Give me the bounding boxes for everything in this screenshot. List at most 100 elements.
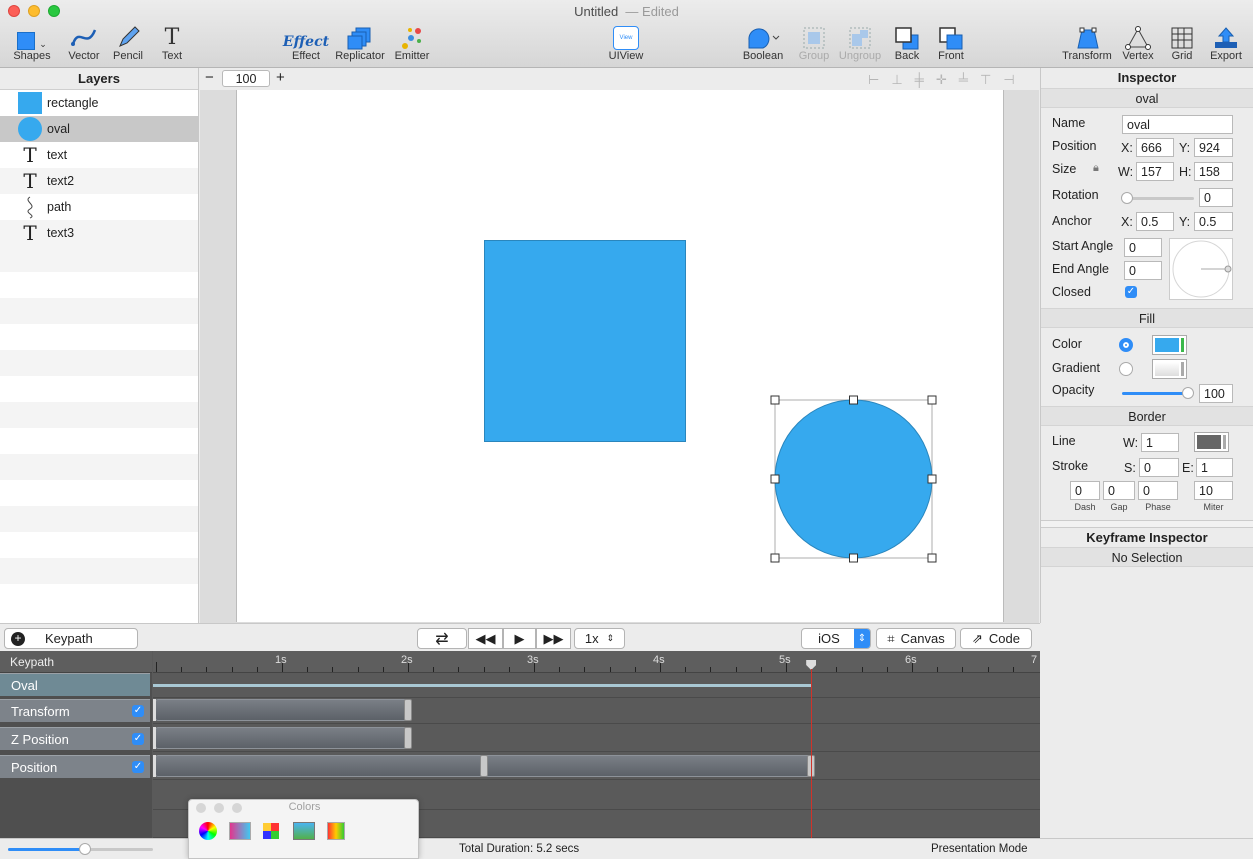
align-left-icon[interactable]: ⊢ xyxy=(868,72,879,88)
closed-checkbox[interactable]: ✓ xyxy=(1125,286,1137,298)
keypath-row-oval[interactable]: Oval xyxy=(0,673,150,696)
border-color-well[interactable] xyxy=(1194,432,1229,452)
fast-forward-button[interactable]: ▶▶ xyxy=(536,628,571,649)
time-ruler[interactable]: 1s 2s 3s 4s 5s 6s 7 xyxy=(153,651,1040,673)
anchor-y-field[interactable]: 0.5 xyxy=(1194,212,1233,231)
position-y-field[interactable]: 924 xyxy=(1194,138,1233,157)
keypath-row-position[interactable]: Position ✓ xyxy=(0,755,150,778)
emitter-button[interactable]: Emitter xyxy=(382,24,442,62)
platform-select[interactable]: iOS ⇕ xyxy=(801,628,871,649)
replicator-button[interactable]: Replicator xyxy=(330,24,390,62)
anchor-x-field[interactable]: 0.5 xyxy=(1136,212,1174,231)
crayons-icon[interactable] xyxy=(327,822,345,840)
rectangle-layer[interactable] xyxy=(484,240,686,442)
add-keypath-button[interactable]: + Keypath xyxy=(4,628,138,649)
rotation-slider-knob[interactable] xyxy=(1121,192,1133,204)
dash-field[interactable]: 0 xyxy=(1070,481,1100,500)
keyframe-handle[interactable] xyxy=(153,699,156,721)
layer-row-oval[interactable]: oval xyxy=(0,116,198,142)
rotation-slider[interactable] xyxy=(1126,197,1194,200)
total-duration: Total Duration: 5.2 secs xyxy=(459,843,580,855)
position-x-field[interactable]: 666 xyxy=(1136,138,1174,157)
uiview-button[interactable]: View UIView xyxy=(596,24,656,62)
opacity-slider[interactable] xyxy=(1122,392,1188,395)
keyframe-handle[interactable] xyxy=(404,727,412,749)
gradient-radio[interactable] xyxy=(1119,362,1133,376)
opacity-field[interactable]: 100 xyxy=(1199,384,1233,403)
layer-row-text2[interactable]: Ttext2 xyxy=(0,168,198,194)
fill-color-well[interactable] xyxy=(1152,335,1187,355)
position-segment-1[interactable] xyxy=(155,755,483,777)
speed-select[interactable]: 1x ⇕ xyxy=(574,628,625,649)
keyframe-handle[interactable] xyxy=(479,755,488,777)
timeline-zoom-knob[interactable] xyxy=(79,843,91,855)
transform-segment[interactable] xyxy=(155,699,407,721)
ruler-tick xyxy=(937,667,939,672)
rotation-field[interactable]: 0 xyxy=(1199,188,1233,207)
z-position-segment[interactable] xyxy=(155,727,407,749)
color-radio[interactable] xyxy=(1119,338,1133,352)
position-segment-2[interactable] xyxy=(483,755,812,777)
keypath-enabled-checkbox[interactable]: ✓ xyxy=(132,733,144,745)
gap-field[interactable]: 0 xyxy=(1103,481,1135,500)
zoom-in-button[interactable]: + xyxy=(276,69,285,86)
shapes-tool-button[interactable]: ⌄ Shapes xyxy=(2,24,62,62)
canvas-area: − 100 + ⊢ ⊥ ╪ ✛ ╧ ⊤ ⊣ xyxy=(200,68,1039,623)
export-button[interactable]: Export xyxy=(1196,24,1253,62)
ruler-tick xyxy=(609,667,611,672)
miter-field[interactable]: 10 xyxy=(1194,481,1233,500)
keypath-enabled-checkbox[interactable]: ✓ xyxy=(132,705,144,717)
canvas-page[interactable] xyxy=(236,90,1004,622)
layer-row-path[interactable]: path xyxy=(0,194,198,220)
align-hcenter-icon[interactable]: ╪ xyxy=(915,72,924,88)
stroke-end-field[interactable]: 1 xyxy=(1196,458,1233,477)
keyframe-handle[interactable] xyxy=(153,755,156,777)
phase-field[interactable]: 0 xyxy=(1138,481,1178,500)
start-angle-field[interactable]: 0 xyxy=(1124,238,1162,257)
layer-row-text[interactable]: Ttext xyxy=(0,142,198,168)
rewind-button[interactable]: ◀◀ xyxy=(468,628,503,649)
width-field[interactable]: 157 xyxy=(1136,162,1174,181)
text-tool-button[interactable]: T Text xyxy=(142,24,202,63)
stroke-start-field[interactable]: 0 xyxy=(1139,458,1179,477)
align-bottom-icon[interactable]: ⊥ xyxy=(891,72,902,88)
keyframe-handle[interactable] xyxy=(153,727,156,749)
keypath-row-label: Oval xyxy=(11,678,38,693)
presentation-mode-button[interactable]: Presentation Mode xyxy=(931,843,1028,855)
ruler-tick xyxy=(332,667,334,672)
play-button[interactable]: ▶ xyxy=(503,628,536,649)
color-palettes-icon[interactable] xyxy=(263,823,279,839)
zoom-out-button[interactable]: − xyxy=(205,69,214,86)
keyframe-handle[interactable] xyxy=(404,699,412,721)
align-center-icon[interactable]: ✛ xyxy=(936,72,947,88)
gradient-color-well[interactable] xyxy=(1152,359,1187,379)
keypath-row-transform[interactable]: Transform ✓ xyxy=(0,699,150,722)
front-button[interactable]: Front xyxy=(921,24,981,62)
end-angle-field[interactable]: 0 xyxy=(1124,261,1162,280)
opacity-slider-knob[interactable] xyxy=(1182,387,1194,399)
lock-icon[interactable]: 🔒︎ xyxy=(1093,162,1099,175)
effect-button[interactable]: Effect Effect xyxy=(276,24,336,62)
layer-row-rectangle[interactable]: rectangle xyxy=(0,90,198,116)
height-field[interactable]: 158 xyxy=(1194,162,1233,181)
image-palettes-icon[interactable] xyxy=(293,822,315,840)
align-vcenter-icon[interactable]: ╧ xyxy=(959,72,968,88)
keyframe-status: No Selection xyxy=(1041,547,1253,567)
keypath-enabled-checkbox[interactable]: ✓ xyxy=(132,761,144,773)
canvas-button[interactable]: ⌗ Canvas xyxy=(876,628,956,649)
keypath-row-z-position[interactable]: Z Position ✓ xyxy=(0,727,150,750)
zoom-input[interactable]: 100 xyxy=(222,70,270,87)
color-wheel-icon[interactable] xyxy=(199,822,217,840)
layer-row-text3[interactable]: Ttext3 xyxy=(0,220,198,246)
oval-selection[interactable] xyxy=(769,394,939,564)
line-width-field[interactable]: 1 xyxy=(1141,433,1179,452)
color-sliders-icon[interactable] xyxy=(229,822,251,840)
align-top-icon[interactable]: ⊤ xyxy=(980,72,991,88)
splitter[interactable] xyxy=(1041,520,1253,528)
code-button[interactable]: ⇗ Code xyxy=(960,628,1032,649)
loop-button[interactable]: ⇄ xyxy=(417,628,467,649)
align-right-icon[interactable]: ⊣ xyxy=(1003,72,1014,88)
name-field[interactable]: oval xyxy=(1122,115,1233,134)
phase-label: Phase xyxy=(1145,502,1171,512)
angle-dial[interactable] xyxy=(1169,238,1233,300)
